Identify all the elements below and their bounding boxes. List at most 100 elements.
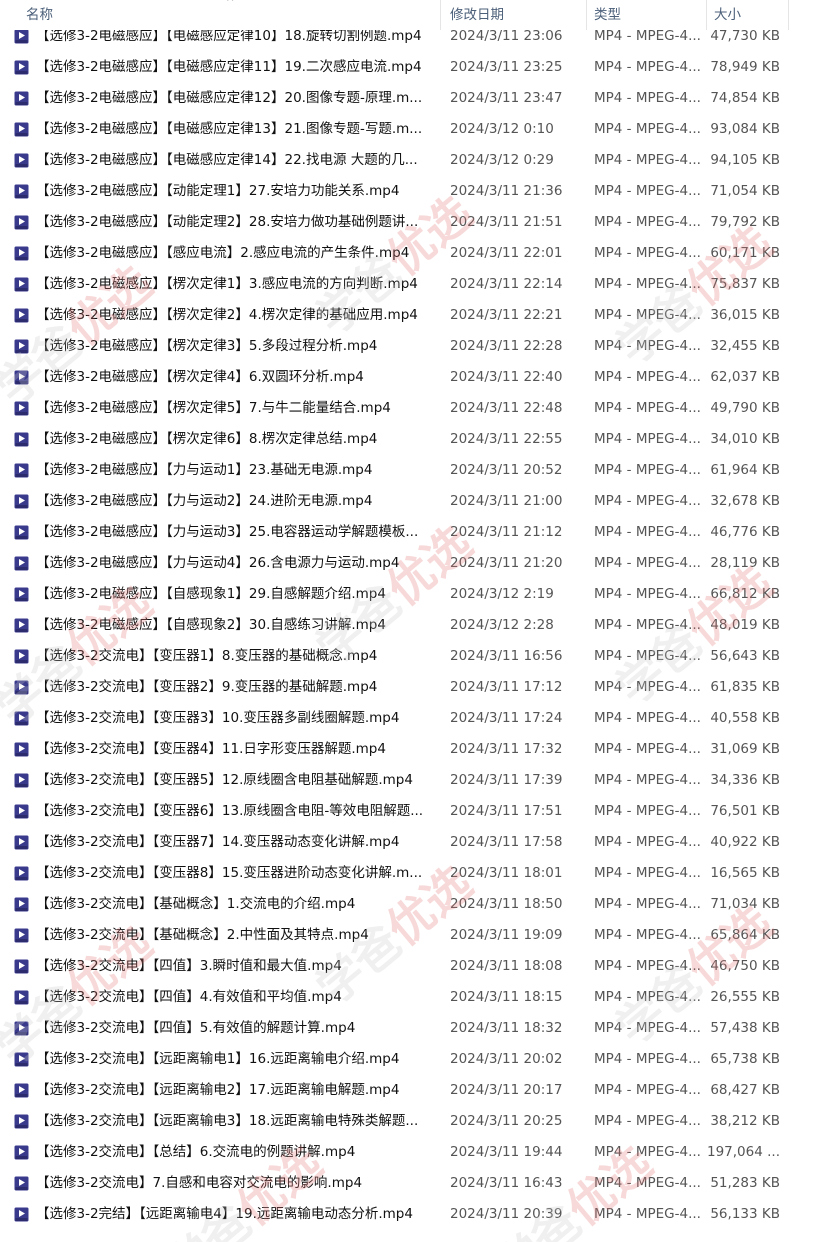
file-modified-date: 2024/3/11 17:12 [450,679,563,695]
file-type: MP4 - MPEG-4... [594,958,701,974]
file-row[interactable]: 【选修3-2电磁感应】【楞次定律6】8.楞次定律总结.mp4 2024/3/11 … [0,424,816,455]
file-type: MP4 - MPEG-4... [594,90,701,106]
file-row[interactable]: 【选修3-2电磁感应】【自感现象1】29.自感解题介绍.mp4 2024/3/12… [0,579,816,610]
file-name: 【选修3-2交流电】【变压器1】8.变压器的基础概念.mp4 [36,648,378,664]
file-row[interactable]: 【选修3-2电磁感应】【力与运动2】24.进阶无电源.mp4 2024/3/11 … [0,486,816,517]
mp4-file-icon [14,246,29,261]
mp4-file-icon [14,866,29,881]
file-name: 【选修3-2电磁感应】【力与运动3】25.电容器运动学解题模板... [36,524,419,540]
file-size: 56,133 KB [710,1206,780,1222]
file-row[interactable]: 【选修3-2电磁感应】【电磁感应定律12】20.图像专题-原理.m... 2024… [0,83,816,114]
file-modified-date: 2024/3/11 18:01 [450,865,563,881]
file-modified-date: 2024/3/11 20:25 [450,1113,563,1129]
mp4-file-icon [14,401,29,416]
file-modified-date: 2024/3/11 16:56 [450,648,563,664]
file-modified-date: 2024/3/11 21:51 [450,214,563,230]
file-row[interactable]: 【选修3-2电磁感应】【电磁感应定律11】19.二次感应电流.mp4 2024/3… [0,52,816,83]
file-row[interactable]: 【选修3-2交流电】【变压器4】11.日字形变压器解题.mp4 2024/3/11… [0,734,816,765]
mp4-file-icon [14,1145,29,1160]
column-divider[interactable] [706,0,707,30]
mp4-file-icon [14,91,29,106]
file-row[interactable]: 【选修3-2交流电】【基础概念】1.交流电的介绍.mp4 2024/3/11 18… [0,889,816,920]
column-header-size[interactable]: 大小 [714,0,741,30]
file-name: 【选修3-2电磁感应】【动能定理1】27.安培力功能关系.mp4 [36,183,400,199]
file-row[interactable]: 【选修3-2交流电】【变压器8】15.变压器进阶动态变化讲解.m... 2024/… [0,858,816,889]
file-type: MP4 - MPEG-4... [594,493,701,509]
file-row[interactable]: 【选修3-2电磁感应】【力与运动3】25.电容器运动学解题模板... 2024/3… [0,517,816,548]
file-size: 74,854 KB [710,90,780,106]
column-divider[interactable] [440,0,441,30]
column-divider[interactable] [788,0,789,30]
mp4-file-icon [14,153,29,168]
file-size: 65,738 KB [710,1051,780,1067]
file-row[interactable]: 【选修3-2电磁感应】【电磁感应定律13】21.图像专题-写题.m... 2024… [0,114,816,145]
file-size: 26,555 KB [710,989,780,1005]
file-type: MP4 - MPEG-4... [594,276,701,292]
file-row[interactable]: 【选修3-2交流电】【四值】3.瞬时值和最大值.mp4 2024/3/11 18:… [0,951,816,982]
file-row[interactable]: 【选修3-2电磁感应】【楞次定律3】5.多段过程分析.mp4 2024/3/11 … [0,331,816,362]
file-row[interactable]: 【选修3-2交流电】【远距离输电2】17.远距离输电解题.mp4 2024/3/1… [0,1075,816,1106]
file-row[interactable]: 【选修3-2交流电】【总结】6.交流电的例题讲解.mp4 2024/3/11 19… [0,1137,816,1168]
file-name: 【选修3-2交流电】【变压器2】9.变压器的基础解题.mp4 [36,679,378,695]
file-name: 【选修3-2电磁感应】【楞次定律2】4.楞次定律的基础应用.mp4 [36,307,418,323]
mp4-file-icon [14,1114,29,1129]
file-modified-date: 2024/3/11 20:17 [450,1082,563,1098]
file-row[interactable]: 【选修3-2交流电】【变压器5】12.原线圈含电阻基础解题.mp4 2024/3/… [0,765,816,796]
file-size: 51,283 KB [710,1175,780,1191]
file-name: 【选修3-2交流电】【远距离输电2】17.远距离输电解题.mp4 [36,1082,400,1098]
file-row[interactable]: 【选修3-2交流电】【变压器1】8.变压器的基础概念.mp4 2024/3/11 … [0,641,816,672]
file-modified-date: 2024/3/11 23:47 [450,90,563,106]
file-size: 48,019 KB [710,617,780,633]
file-name: 【选修3-2交流电】【基础概念】2.中性面及其特点.mp4 [36,927,369,943]
file-row[interactable]: 【选修3-2交流电】【四值】4.有效值和平均值.mp4 2024/3/11 18:… [0,982,816,1013]
column-header-type[interactable]: 类型 [594,0,621,30]
column-header-name[interactable]: 名称 [26,0,53,30]
file-modified-date: 2024/3/12 2:19 [450,586,554,602]
mp4-file-icon [14,215,29,230]
file-row[interactable]: 【选修3-2电磁感应】【电磁感应定律14】22.找电源 大题的几... 2024/… [0,145,816,176]
file-row[interactable]: 【选修3-2交流电】【变压器3】10.变压器多副线圈解题.mp4 2024/3/1… [0,703,816,734]
mp4-file-icon [14,277,29,292]
file-row[interactable]: 【选修3-2电磁感应】【楞次定律2】4.楞次定律的基础应用.mp4 2024/3/… [0,300,816,331]
mp4-file-icon [14,184,29,199]
file-row[interactable]: 【选修3-2交流电】【变压器2】9.变压器的基础解题.mp4 2024/3/11 … [0,672,816,703]
file-row[interactable]: 【选修3-2交流电】7.自感和电容对交流电的影响.mp4 2024/3/11 16… [0,1168,816,1199]
file-row[interactable]: 【选修3-2电磁感应】【力与运动4】26.含电源力与运动.mp4 2024/3/1… [0,548,816,579]
file-name: 【选修3-2交流电】【四值】4.有效值和平均值.mp4 [36,989,342,1005]
file-row[interactable]: 【选修3-2电磁感应】【感应电流】2.感应电流的产生条件.mp4 2024/3/1… [0,238,816,269]
file-row[interactable]: 【选修3-2交流电】【远距离输电3】18.远距离输电特殊类解题... 2024/3… [0,1106,816,1137]
file-row[interactable]: 【选修3-2电磁感应】【动能定理2】28.安培力做功基础例题讲... 2024/3… [0,207,816,238]
file-type: MP4 - MPEG-4... [594,1113,701,1129]
file-modified-date: 2024/3/12 0:29 [450,152,554,168]
file-size: 71,054 KB [710,183,780,199]
file-type: MP4 - MPEG-4... [594,1144,701,1160]
file-row[interactable]: 【选修3-2交流电】【变压器6】13.原线圈含电阻-等效电阻解题... 2024/… [0,796,816,827]
file-row[interactable]: 【选修3-2电磁感应】【动能定理1】27.安培力功能关系.mp4 2024/3/1… [0,176,816,207]
file-name: 【选修3-2电磁感应】【楞次定律3】5.多段过程分析.mp4 [36,338,378,354]
mp4-file-icon [14,742,29,757]
file-row[interactable]: 【选修3-2电磁感应】【楞次定律1】3.感应电流的方向判断.mp4 2024/3/… [0,269,816,300]
file-row[interactable]: 【选修3-2电磁感应】【楞次定律4】6.双圆环分析.mp4 2024/3/11 2… [0,362,816,393]
file-size: 40,922 KB [710,834,780,850]
file-row[interactable]: 【选修3-2电磁感应】【力与运动1】23.基础无电源.mp4 2024/3/11 … [0,455,816,486]
file-row[interactable]: 【选修3-2电磁感应】【自感现象2】30.自感练习讲解.mp4 2024/3/12… [0,610,816,641]
file-row[interactable]: 【选修3-2交流电】【基础概念】2.中性面及其特点.mp4 2024/3/11 1… [0,920,816,951]
file-row[interactable]: 【选修3-2交流电】【变压器7】14.变压器动态变化讲解.mp4 2024/3/1… [0,827,816,858]
column-divider[interactable] [586,0,587,30]
file-name: 【选修3-2电磁感应】【自感现象1】29.自感解题介绍.mp4 [36,586,386,602]
file-type: MP4 - MPEG-4... [594,1082,701,1098]
file-row[interactable]: 【选修3-2完结】【远距离输电4】19.远距离输电动态分析.mp4 2024/3/… [0,1199,816,1230]
file-row[interactable]: 【选修3-2交流电】【远距离输电1】16.远距离输电介绍.mp4 2024/3/1… [0,1044,816,1075]
file-type: MP4 - MPEG-4... [594,431,701,447]
mp4-file-icon [14,60,29,75]
file-name: 【选修3-2交流电】【变压器5】12.原线圈含电阻基础解题.mp4 [36,772,413,788]
file-type: MP4 - MPEG-4... [594,648,701,664]
file-row[interactable]: 【选修3-2电磁感应】【楞次定律5】7.与牛二能量结合.mp4 2024/3/11… [0,393,816,424]
file-size: 34,336 KB [710,772,780,788]
file-name: 【选修3-2交流电】【四值】3.瞬时值和最大值.mp4 [36,958,342,974]
file-modified-date: 2024/3/12 0:10 [450,121,554,137]
file-size: 65,864 KB [710,927,780,943]
file-modified-date: 2024/3/11 21:00 [450,493,563,509]
file-row[interactable]: 【选修3-2交流电】【四值】5.有效值的解题计算.mp4 2024/3/11 18… [0,1013,816,1044]
column-header-date[interactable]: 修改日期 [450,0,504,30]
